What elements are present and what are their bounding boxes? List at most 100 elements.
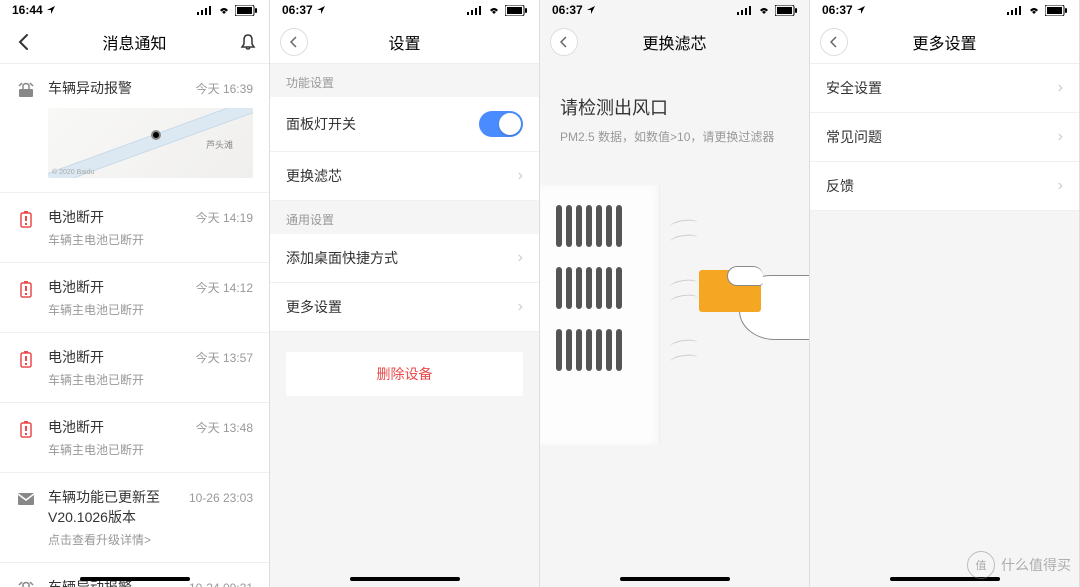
settings-content: 功能设置 面板灯开关 更换滤芯 › 通用设置 添加桌面快捷方式 › 更多设置 ›… [270, 64, 539, 587]
filter-content: 请检测出风口 PM2.5 数据，如数值>10，请更换过滤器 [540, 64, 809, 587]
phone-screen-more-settings: 06:37 更多设置 安全设置 › 常见问题 › 反馈 › 值 什么值得买 [810, 0, 1080, 587]
status-time: 06:37 [282, 3, 313, 17]
filter-illustration [540, 185, 809, 445]
location-icon [316, 5, 326, 15]
notification-desc: 点击查看升级详情> [48, 531, 253, 548]
chevron-right-icon: › [1058, 177, 1063, 195]
setting-label: 添加桌面快捷方式 [286, 248, 398, 268]
home-indicator[interactable] [350, 577, 460, 581]
purifier-graphic [540, 185, 660, 445]
status-time: 06:37 [552, 3, 583, 17]
notification-item[interactable]: 电池断开 今天 14:12 车辆主电池已断开 [0, 263, 269, 333]
setting-replace-filter[interactable]: 更换滤芯 › [270, 152, 539, 201]
notification-item[interactable]: 车辆异动报警 今天 16:39 芦头滩 © 2020 Baidu [0, 64, 269, 193]
signal-icon [737, 5, 753, 15]
bell-icon [239, 33, 257, 51]
notification-time: 今天 13:57 [196, 349, 253, 366]
notification-item[interactable]: 电池断开 今天 13:57 车辆主电池已断开 [0, 333, 269, 403]
status-bar: 16:44 [0, 0, 269, 20]
back-button[interactable] [820, 28, 848, 56]
mail-icon [16, 489, 36, 509]
wifi-icon [1027, 5, 1041, 15]
status-indicators [467, 5, 527, 16]
section-header: 功能设置 [270, 64, 539, 97]
notification-title: 车辆异动报警 [48, 78, 132, 98]
hand-sensor-graphic [699, 270, 809, 350]
toggle-switch[interactable] [479, 111, 523, 137]
notification-title: 电池断开 [48, 417, 104, 437]
setting-label: 反馈 [826, 176, 854, 196]
setting-label: 更换滤芯 [286, 166, 342, 186]
phone-screen-replace-filter: 06:37 更换滤芯 请检测出风口 PM2.5 数据，如数值>10，请更换过滤器 [540, 0, 810, 587]
status-indicators [737, 5, 797, 16]
battery-alert-icon [16, 419, 36, 439]
nav-bar: 更换滤芯 [540, 20, 809, 64]
status-bar: 06:37 [540, 0, 809, 20]
chevron-right-icon: › [518, 167, 523, 185]
setting-security[interactable]: 安全设置 › [810, 64, 1079, 113]
notification-time: 今天 16:39 [196, 80, 253, 97]
status-indicators [1007, 5, 1067, 16]
watermark-logo-icon: 值 [967, 551, 995, 579]
signal-icon [1007, 5, 1023, 15]
battery-icon [235, 5, 257, 16]
notification-item[interactable]: 电池断开 今天 14:19 车辆主电池已断开 [0, 193, 269, 263]
battery-alert-icon [16, 279, 36, 299]
setting-add-shortcut[interactable]: 添加桌面快捷方式 › [270, 234, 539, 283]
notification-desc: 车辆主电池已断开 [48, 301, 253, 318]
instruction-title: 请检测出风口 [560, 94, 789, 120]
notification-time: 今天 13:48 [196, 419, 253, 436]
setting-feedback[interactable]: 反馈 › [810, 162, 1079, 211]
status-time: 16:44 [12, 3, 43, 17]
notification-item[interactable]: 车辆功能已更新至 V20.1026版本 10-26 23:03 点击查看升级详情… [0, 473, 269, 563]
setting-label: 面板灯开关 [286, 114, 356, 134]
battery-icon [505, 5, 527, 16]
back-button[interactable] [550, 28, 578, 56]
notification-title: 电池断开 [48, 207, 104, 227]
home-indicator[interactable] [620, 577, 730, 581]
wifi-icon [757, 5, 771, 15]
setting-faq[interactable]: 常见问题 › [810, 113, 1079, 162]
battery-icon [1045, 5, 1067, 16]
notification-title: 电池断开 [48, 347, 104, 367]
notification-time: 今天 14:12 [196, 279, 253, 296]
notification-desc: 车辆主电池已断开 [48, 371, 253, 388]
delete-device-button[interactable]: 删除设备 [286, 352, 523, 396]
notification-time: 10-26 23:03 [189, 491, 253, 505]
notification-time: 今天 14:19 [196, 209, 253, 226]
notification-title: 电池断开 [48, 277, 104, 297]
bell-button[interactable] [239, 33, 257, 51]
chevron-right-icon: › [518, 298, 523, 316]
chevron-right-icon: › [518, 249, 523, 267]
back-button[interactable] [280, 28, 308, 56]
setting-panel-light[interactable]: 面板灯开关 [270, 97, 539, 152]
battery-icon [775, 5, 797, 16]
back-button[interactable] [10, 28, 38, 56]
more-settings-content: 安全设置 › 常见问题 › 反馈 › [810, 64, 1079, 587]
chevron-right-icon: › [1058, 128, 1063, 146]
map-pin-icon [151, 130, 161, 140]
setting-label: 常见问题 [826, 127, 882, 147]
notification-time: 10-24 09:21 [189, 581, 253, 587]
wifi-icon [217, 5, 231, 15]
nav-bar: 更多设置 [810, 20, 1079, 64]
watermark: 值 什么值得买 [967, 551, 1071, 579]
phone-screen-settings: 06:37 设置 功能设置 面板灯开关 更换滤芯 › 通用设置 添加桌面快捷方式… [270, 0, 540, 587]
notification-item[interactable]: 车辆异动报警 10-24 09:21 [0, 563, 269, 587]
wifi-icon [487, 5, 501, 15]
battery-alert-icon [16, 209, 36, 229]
nav-bar: 设置 [270, 20, 539, 64]
status-bar: 06:37 [810, 0, 1079, 20]
home-indicator[interactable] [80, 577, 190, 581]
alarm-icon [16, 579, 36, 587]
location-icon [46, 5, 56, 15]
map-preview[interactable]: 芦头滩 © 2020 Baidu [48, 108, 253, 178]
notification-item[interactable]: 电池断开 今天 13:48 车辆主电池已断开 [0, 403, 269, 473]
signal-icon [467, 5, 483, 15]
setting-more-settings[interactable]: 更多设置 › [270, 283, 539, 332]
map-copyright: © 2020 Baidu [52, 169, 95, 176]
location-icon [856, 5, 866, 15]
status-indicators [197, 5, 257, 16]
watermark-text: 什么值得买 [1001, 555, 1071, 575]
notification-list: 车辆异动报警 今天 16:39 芦头滩 © 2020 Baidu 电池断开 今天… [0, 64, 269, 587]
